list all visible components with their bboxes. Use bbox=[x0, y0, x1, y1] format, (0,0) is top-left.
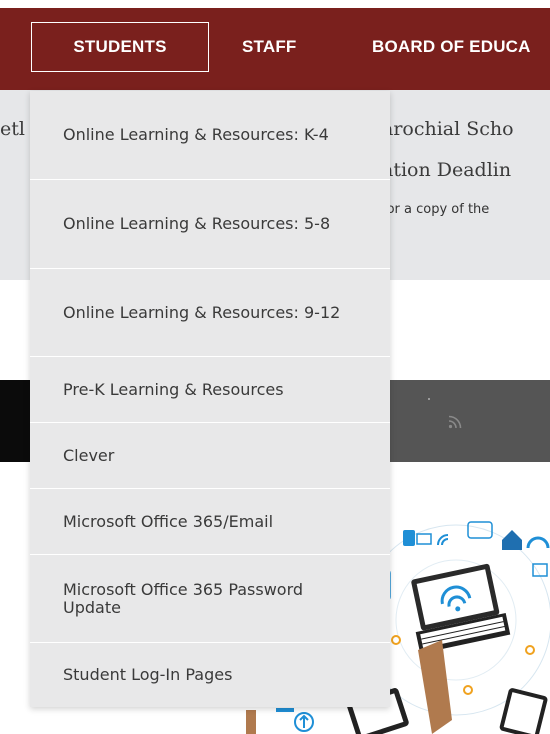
top-navigation: STUDENTS STAFF BOARD OF EDUCA bbox=[0, 0, 550, 90]
menu-item-label: Microsoft Office 365/Email bbox=[63, 511, 274, 531]
menu-item-label: Online Learning & Resources: K-4 bbox=[63, 125, 329, 144]
announcement-headline-line2[interactable]: ation Deadlin bbox=[382, 159, 511, 181]
menu-item-label: Online Learning & Resources: 5-8 bbox=[63, 214, 331, 233]
menu-item-label: Student Log-In Pages bbox=[63, 665, 233, 684]
menu-item-label: Online Learning & Resources: 9-12 bbox=[63, 302, 341, 322]
nav-board-of-education[interactable]: BOARD OF EDUCA bbox=[372, 22, 531, 72]
menu-item-student-login[interactable]: Student Log-In Pages bbox=[30, 643, 390, 707]
students-dropdown-menu: Online Learning & Resources: K-4 Online … bbox=[30, 91, 390, 707]
decorative-dot bbox=[428, 398, 430, 400]
menu-item-label: Microsoft Office 365 Password Update bbox=[63, 579, 304, 617]
announcement-subtext: for a copy of the bbox=[382, 202, 490, 217]
menu-item-pre-k[interactable]: Pre-K Learning & Resources bbox=[30, 357, 390, 423]
menu-item-online-k4[interactable]: Online Learning & Resources: K-4 bbox=[30, 91, 390, 180]
menu-item-clever[interactable]: Clever bbox=[30, 423, 390, 489]
menu-item-office365-password[interactable]: Microsoft Office 365 Password Update bbox=[30, 555, 390, 643]
menu-item-online-9-12[interactable]: Online Learning & Resources: 9-12 bbox=[30, 269, 390, 357]
nav-staff[interactable]: STAFF bbox=[242, 22, 297, 72]
menu-item-online-5-8[interactable]: Online Learning & Resources: 5-8 bbox=[30, 180, 390, 269]
announcement-fragment-left: etl bbox=[0, 118, 25, 140]
rss-icon[interactable] bbox=[446, 415, 464, 433]
menu-item-label: Clever bbox=[63, 445, 115, 465]
announcement-headline-line1[interactable]: arochial Scho bbox=[382, 118, 514, 140]
menu-item-label: Pre-K Learning & Resources bbox=[63, 379, 284, 399]
nav-students[interactable]: STUDENTS bbox=[31, 22, 209, 72]
menu-item-office365-email[interactable]: Microsoft Office 365/Email bbox=[30, 489, 390, 555]
